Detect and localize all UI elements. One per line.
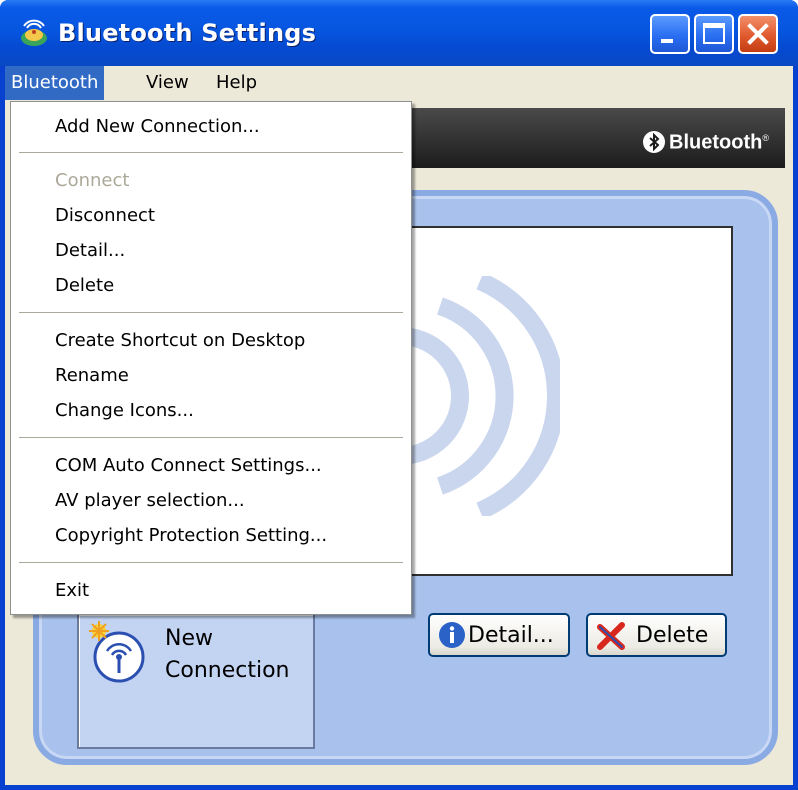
new-connection-label-line2: Connection: [165, 658, 290, 683]
delete-button-label: Delete: [636, 623, 709, 648]
bluetooth-settings-app-icon: [21, 19, 47, 46]
new-connection-icon: [89, 621, 145, 683]
registered-mark: ®: [762, 133, 769, 143]
menu-separator: [19, 152, 403, 153]
menu-item-exit[interactable]: Exit: [55, 580, 89, 601]
title-bar[interactable]: Bluetooth Settings: [0, 0, 798, 66]
detail-button-label: Detail...: [468, 623, 554, 648]
menu-view[interactable]: View: [140, 66, 195, 100]
menu-bluetooth[interactable]: Bluetooth: [5, 66, 105, 100]
menu-separator: [19, 437, 403, 438]
new-connection-button[interactable]: New Connection: [77, 613, 315, 749]
delete-x-icon: [597, 622, 625, 650]
menu-item-delete[interactable]: Delete: [55, 275, 114, 296]
maximize-icon: [703, 23, 725, 44]
detail-button[interactable]: Detail...: [428, 613, 570, 657]
menu-help[interactable]: Help: [210, 66, 263, 100]
bluetooth-settings-window: Bluetooth Settings Bluetooth View Help B…: [0, 0, 798, 790]
menu-separator: [19, 562, 403, 563]
menu-item-av-player-selection[interactable]: AV player selection...: [55, 490, 245, 511]
menu-item-connect: Connect: [55, 170, 130, 191]
bluetooth-menu-dropdown: Add New Connection... Connect Disconnect…: [10, 101, 412, 615]
menu-item-detail[interactable]: Detail...: [55, 240, 125, 261]
menu-item-com-auto-connect[interactable]: COM Auto Connect Settings...: [55, 455, 322, 476]
menu-item-copyright-protection[interactable]: Copyright Protection Setting...: [55, 525, 327, 546]
delete-button[interactable]: Delete: [586, 613, 727, 657]
maximize-button[interactable]: [694, 14, 734, 54]
minimize-icon: [661, 39, 673, 43]
info-icon: [439, 622, 465, 648]
bluetooth-logo-text: Bluetooth: [669, 131, 763, 154]
menu-item-change-icons[interactable]: Change Icons...: [55, 400, 194, 421]
window-title: Bluetooth Settings: [58, 19, 317, 47]
menu-item-create-shortcut[interactable]: Create Shortcut on Desktop: [55, 330, 305, 351]
menu-item-disconnect[interactable]: Disconnect: [55, 205, 155, 226]
menu-separator: [19, 312, 403, 313]
menu-item-rename[interactable]: Rename: [55, 365, 129, 386]
minimize-button[interactable]: [650, 14, 690, 54]
close-button[interactable]: [738, 14, 778, 54]
bluetooth-rune-icon: [643, 130, 666, 153]
menu-bar: Bluetooth View Help: [5, 66, 793, 100]
new-connection-label-line1: New: [165, 626, 213, 651]
menu-item-add-new-connection[interactable]: Add New Connection...: [55, 116, 260, 137]
bluetooth-logo: Bluetooth®: [643, 124, 769, 154]
new-connection-label: New Connection: [165, 623, 289, 687]
close-icon: [747, 23, 769, 45]
